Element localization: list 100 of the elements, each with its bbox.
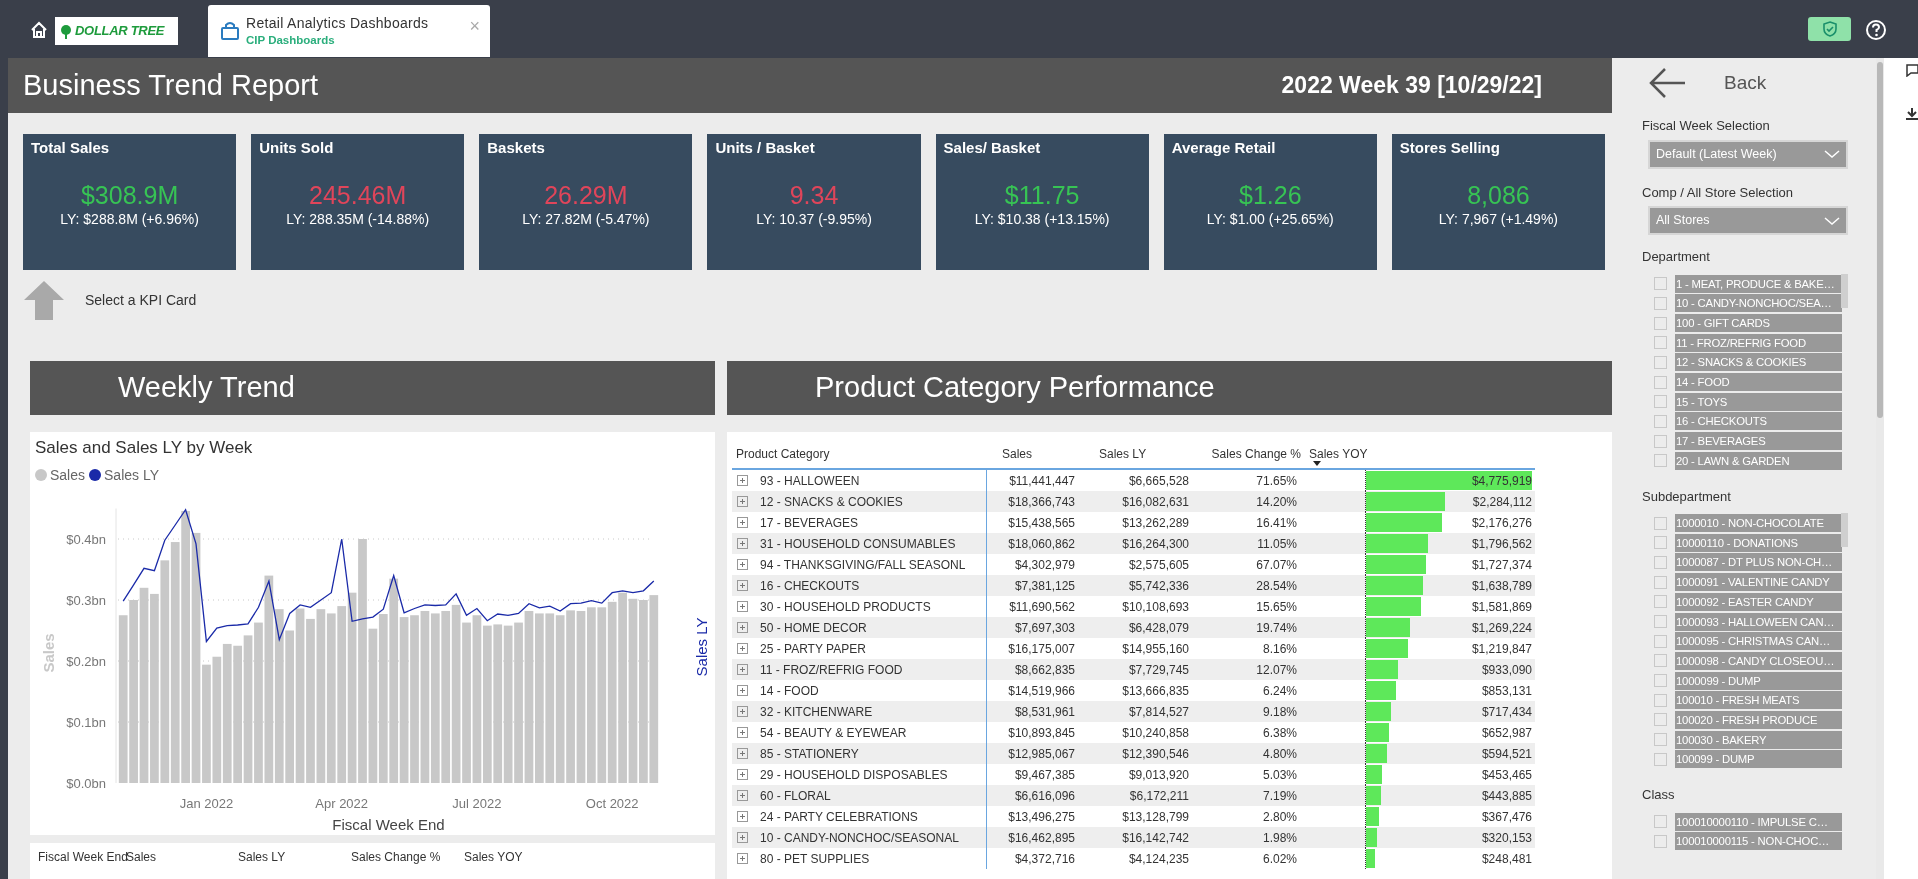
checkbox[interactable]: [1654, 375, 1667, 389]
list-item[interactable]: 14 - FOOD: [1675, 373, 1842, 392]
list-item[interactable]: 100030 - BAKERY: [1675, 730, 1842, 749]
back-link[interactable]: Back: [1724, 68, 1767, 98]
kpi-card[interactable]: Total Sales $308.9M LY: $288.8M (+6.96%): [23, 134, 237, 270]
kpi-card[interactable]: Stores Selling 8,086 LY: 7,967 (+1.49%): [1391, 134, 1605, 270]
column-header[interactable]: Sales: [126, 848, 238, 879]
checkbox[interactable]: [1654, 733, 1667, 747]
list-item[interactable]: 1000093 - HALLOWEEN CAN…: [1675, 612, 1842, 631]
sort-icon[interactable]: [1313, 461, 1321, 466]
expand-icon[interactable]: [737, 832, 748, 843]
home-icon[interactable]: [30, 21, 48, 39]
list-item[interactable]: 1000087 - DT PLUS NON-CH…: [1675, 553, 1842, 572]
expand-icon[interactable]: [737, 853, 748, 864]
list-item[interactable]: 10 - CANDY-NONCHOC/SEA…: [1675, 294, 1842, 313]
expand-icon[interactable]: [737, 559, 748, 570]
checkbox[interactable]: [1654, 336, 1667, 350]
expand-icon[interactable]: [737, 685, 748, 696]
checkbox[interactable]: [1654, 834, 1667, 848]
expand-icon[interactable]: [737, 706, 748, 717]
expand-icon[interactable]: [737, 601, 748, 612]
kpi-card[interactable]: Units Sold 245.46M LY: 288.35M (-14.88%): [251, 134, 465, 270]
kpi-card[interactable]: Average Retail $1.26 LY: $1.00 (+25.65%): [1163, 134, 1377, 270]
kpi-card[interactable]: Baskets 26.29M LY: 27.82M (-5.47%): [479, 134, 693, 270]
dropdown[interactable]: All Stores: [1648, 206, 1848, 236]
help-icon[interactable]: [1865, 19, 1887, 41]
column-header[interactable]: Sales Change %: [351, 848, 464, 879]
expand-icon[interactable]: [737, 517, 748, 528]
checkbox[interactable]: [1654, 536, 1667, 550]
list-item[interactable]: 100010000110 - IMPULSE C…: [1675, 812, 1842, 831]
checkbox[interactable]: [1654, 316, 1667, 330]
list-item[interactable]: 100020 - FRESH PRODUCE: [1675, 710, 1842, 729]
column-header[interactable]: Sales LY: [1083, 439, 1197, 470]
checkbox[interactable]: [1654, 615, 1667, 629]
list-item[interactable]: 20 - LAWN & GARDEN: [1675, 451, 1842, 470]
checkbox[interactable]: [1654, 575, 1667, 589]
list-item[interactable]: 1000095 - CHRISTMAS CAN…: [1675, 632, 1842, 651]
expand-icon[interactable]: [737, 538, 748, 549]
checkbox[interactable]: [1654, 674, 1667, 688]
checkbox[interactable]: [1654, 752, 1667, 766]
expand-icon[interactable]: [737, 748, 748, 759]
column-header[interactable]: Sales Change %: [1197, 439, 1305, 470]
list-item[interactable]: 100010 - FRESH MEATS: [1675, 691, 1842, 710]
kpi-card[interactable]: Units / Basket 9.34 LY: 10.37 (-9.95%): [707, 134, 921, 270]
list-item[interactable]: 16 - CHECKOUTS: [1675, 412, 1842, 431]
list-item[interactable]: 10000110 - DONATIONS: [1675, 533, 1842, 552]
expand-icon[interactable]: [737, 496, 748, 507]
dropdown[interactable]: Default (Latest Week): [1648, 139, 1848, 169]
kpi-card[interactable]: Sales/ Basket $11.75 LY: $10.38 (+13.15%): [935, 134, 1149, 270]
expand-icon[interactable]: [737, 622, 748, 633]
list-item[interactable]: 100010000115 - NON-CHOC…: [1675, 832, 1842, 851]
list-item[interactable]: 11 - FROZ/REFRIG FOOD: [1675, 333, 1842, 352]
comment-icon[interactable]: [1906, 64, 1918, 77]
expand-icon[interactable]: [737, 664, 748, 675]
list-item[interactable]: 1000010 - NON-CHOCOLATE: [1675, 514, 1842, 533]
table-cell-text: $2,176,276: [1471, 514, 1533, 532]
checkbox[interactable]: [1654, 395, 1667, 409]
checkbox[interactable]: [1654, 555, 1667, 569]
expand-icon[interactable]: [737, 790, 748, 801]
expand-icon[interactable]: [737, 811, 748, 822]
list-item[interactable]: 1000099 - DUMP: [1675, 671, 1842, 690]
checkbox[interactable]: [1654, 277, 1667, 291]
list-item[interactable]: 1000098 - CANDY CLOSEOU…: [1675, 651, 1842, 670]
checkbox[interactable]: [1654, 414, 1667, 428]
column-header[interactable]: Sales LY: [238, 848, 351, 879]
table-cell-text: $4,124,235: [1127, 850, 1190, 868]
list-item[interactable]: 1000091 - VALENTINE CANDY: [1675, 573, 1842, 592]
checkbox[interactable]: [1654, 296, 1667, 310]
column-header[interactable]: Fiscal Week End: [38, 848, 126, 879]
expand-icon[interactable]: [737, 580, 748, 591]
expand-icon[interactable]: [737, 643, 748, 654]
list-item[interactable]: 1000092 - EASTER CANDY: [1675, 592, 1842, 611]
tab[interactable]: Retail Analytics Dashboards CIP Dashboards ×: [208, 5, 490, 57]
checkbox[interactable]: [1654, 713, 1667, 727]
list-item[interactable]: 12 - SNACKS & COOKIES: [1675, 353, 1842, 372]
expand-icon[interactable]: [737, 475, 748, 486]
column-header[interactable]: Product Category: [732, 439, 986, 470]
list-item[interactable]: 100099 - DUMP: [1675, 750, 1842, 769]
list-item[interactable]: 15 - TOYS: [1675, 392, 1842, 411]
checkbox[interactable]: [1654, 634, 1667, 648]
column-header[interactable]: Sales YOY: [464, 848, 564, 879]
checkbox[interactable]: [1654, 454, 1667, 468]
list-item[interactable]: 100 - GIFT CARDS: [1675, 314, 1842, 332]
download-icon[interactable]: [1906, 108, 1918, 120]
checkbox[interactable]: [1654, 434, 1667, 448]
checkbox[interactable]: [1654, 693, 1667, 707]
checkbox[interactable]: [1654, 654, 1667, 668]
expand-icon[interactable]: [737, 727, 748, 738]
column-header[interactable]: Sales: [986, 439, 1083, 470]
list-item[interactable]: 17 - BEVERAGES: [1675, 432, 1842, 451]
close-button[interactable]: ×: [465, 17, 484, 35]
expand-icon[interactable]: [737, 769, 748, 780]
table-cell-text: 50 - HOME DECOR: [760, 619, 867, 637]
checkbox[interactable]: [1654, 516, 1667, 530]
checkbox[interactable]: [1654, 355, 1667, 369]
list-item[interactable]: 1 - MEAT, PRODUCE & BAKE…: [1675, 274, 1842, 293]
checkbox[interactable]: [1654, 815, 1667, 829]
checkbox[interactable]: [1654, 595, 1667, 609]
shield-button[interactable]: [1808, 17, 1851, 41]
back-arrow-icon[interactable]: [1648, 66, 1686, 100]
